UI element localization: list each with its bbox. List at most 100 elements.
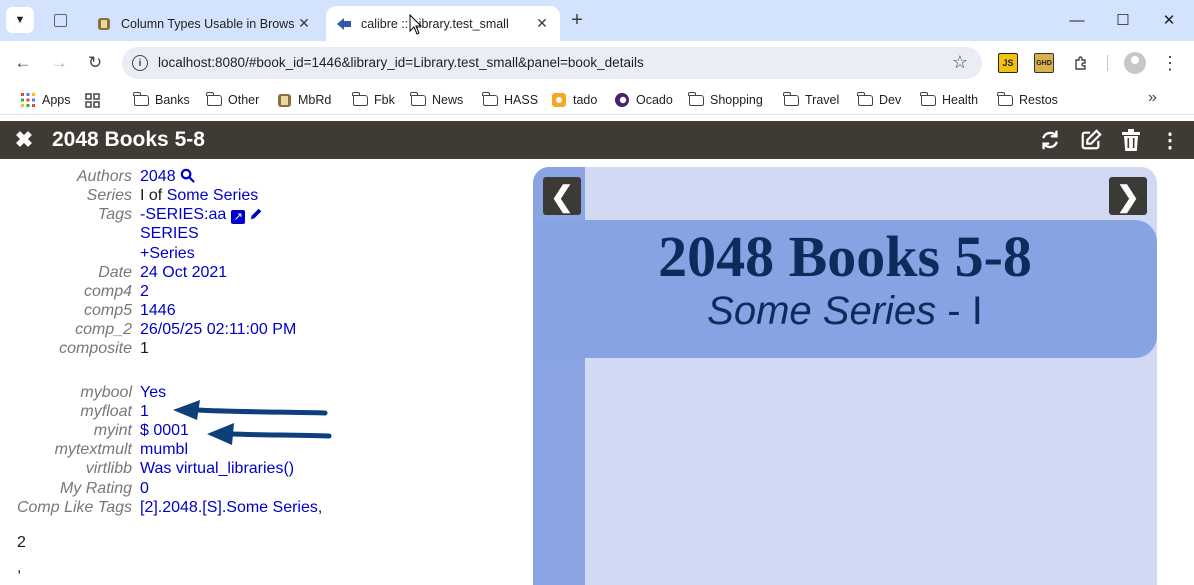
more-actions-icon[interactable]: ⋮ (1157, 128, 1183, 152)
field-label: mytextmult (54, 441, 132, 458)
bookmark-travel[interactable]: Travel (783, 91, 839, 109)
bookmark-shopping[interactable]: Shopping (688, 91, 763, 109)
bookmark-apps[interactable]: Apps (20, 91, 71, 109)
extensions-puzzle-icon[interactable] (1071, 53, 1091, 73)
tab-group-icon[interactable] (48, 9, 72, 31)
bookmark-health[interactable]: Health (920, 91, 978, 109)
js-extension-icon[interactable]: JS (998, 53, 1018, 73)
ghd-extension-icon[interactable]: GHD (1034, 53, 1054, 73)
site-info-icon[interactable]: i (132, 55, 148, 71)
book-cover[interactable]: 2048 Books 5-8 Some Series - I ❮ ❯ (533, 167, 1157, 585)
window-close-icon[interactable]: ✕ (1146, 6, 1192, 34)
book-details-panel: Authors 2048 Series I of Some Series Tag… (0, 159, 530, 585)
pencil-icon[interactable] (249, 207, 263, 226)
external-link-icon[interactable]: ↗ (231, 210, 246, 224)
address-bar[interactable]: i localhost:8080/#book_id=1446&library_i… (122, 47, 982, 79)
field-tags: Tags -SERIES:aa ↗ (0, 206, 530, 226)
profile-avatar-icon[interactable] (1124, 52, 1146, 74)
bookmark-star-icon[interactable]: ☆ (952, 52, 968, 73)
field-value[interactable]: mumbl (140, 441, 188, 459)
tag-link[interactable]: -SERIES:aa (140, 206, 226, 223)
field-label: comp4 (83, 283, 132, 300)
field-date: Date 24 Oct 2021 (0, 264, 530, 284)
bookmark-label: Travel (805, 93, 840, 107)
bookmark-label: Apps (42, 93, 71, 107)
field-comp-2: comp_2 26/05/25 02:11:00 PM (0, 321, 530, 341)
field-value[interactable]: 0 (140, 480, 149, 498)
series-link[interactable]: Some Series (167, 187, 259, 204)
url-text[interactable]: localhost:8080/#book_id=1446&library_id=… (158, 55, 644, 70)
field-virtlibb: virtlibb Was virtual_libraries() (0, 460, 530, 480)
field-label: composite (59, 340, 132, 357)
bookmark-news[interactable]: News (410, 91, 463, 109)
field-tags-cont: +Series (0, 245, 530, 265)
reload-icon[interactable]: ↻ (81, 49, 109, 77)
field-label: Comp Like Tags (16, 499, 132, 516)
tab-column-types[interactable]: Column Types Usable in Browse ✕ (86, 6, 322, 41)
field-value: 2048 (140, 168, 195, 188)
field-value[interactable]: Was virtual_libraries() (140, 460, 294, 478)
refresh-icon[interactable] (1037, 128, 1063, 152)
forward-icon[interactable]: → (45, 49, 73, 77)
field-authors: Authors 2048 (0, 168, 530, 188)
folder-icon (997, 91, 1013, 107)
field-value[interactable]: 1 (140, 403, 149, 421)
edit-metadata-icon[interactable] (1078, 128, 1104, 152)
back-icon[interactable]: ← (9, 49, 37, 77)
field-label: comp_2 (75, 321, 132, 338)
apps-grid-icon (20, 93, 36, 107)
field-label: My Rating (59, 480, 132, 497)
new-tab-button[interactable]: + (566, 9, 588, 31)
maximize-icon[interactable]: ☐ (1100, 6, 1146, 34)
previous-book-button[interactable]: ❮ (543, 177, 581, 215)
field-value[interactable]: 2 (140, 283, 149, 301)
mbrd-favicon-icon (276, 93, 292, 107)
calibre-header: ✖ 2048 Books 5-8 ⋮ (0, 121, 1194, 159)
bookmark-other[interactable]: Other (206, 91, 259, 109)
bookmark-hass[interactable]: HASS (482, 91, 538, 109)
close-book-details-icon[interactable]: ✖ (12, 127, 36, 152)
bookmark-label: HASS (504, 93, 539, 107)
tab-close-icon[interactable]: ✕ (532, 14, 552, 34)
field-label: Date (98, 264, 132, 281)
folder-icon (206, 91, 222, 107)
bookmark-fbk[interactable]: Fbk (352, 91, 395, 109)
bookmark-label: MbRd (298, 93, 332, 107)
field-label: myint (93, 422, 132, 439)
search-icon[interactable] (180, 168, 195, 188)
bookmarks-overflow-icon[interactable]: » (1148, 89, 1157, 107)
bookmark-dev[interactable]: Dev (857, 91, 901, 109)
tag-link[interactable]: SERIES (140, 225, 199, 243)
field-value[interactable]: 1446 (140, 302, 176, 320)
bookmark-restos[interactable]: Restos (997, 91, 1058, 109)
comp-like-tag-link[interactable]: [2].2048.[S].Some Series (140, 499, 318, 516)
tag-link[interactable]: +Series (140, 245, 195, 263)
bookmark-label: Restos (1019, 93, 1058, 107)
field-value[interactable]: 24 Oct 2021 (140, 264, 227, 282)
bookmark-tado[interactable]: tado (551, 91, 597, 109)
browser-menu-icon[interactable]: ⋮ (1160, 50, 1180, 76)
field-label: myfloat (80, 403, 132, 420)
field-value: 1 (140, 340, 149, 357)
mouse-cursor-icon (409, 14, 423, 35)
bookmark-banks[interactable]: Banks (133, 91, 190, 109)
minimize-icon[interactable]: — (1054, 6, 1100, 34)
author-link[interactable]: 2048 (140, 168, 176, 185)
tab-close-icon[interactable]: ✕ (294, 14, 314, 34)
field-tags-cont: SERIES (0, 225, 530, 245)
bookmark-label: tado (573, 93, 598, 107)
bookmark-mbrd[interactable]: MbRd (276, 91, 331, 109)
annotation-arrow-icon (207, 423, 332, 445)
cover-title: 2048 Books 5-8 (658, 224, 1032, 289)
bookmark-ocado[interactable]: Ocado (614, 91, 673, 109)
delete-book-icon[interactable] (1118, 128, 1144, 152)
folder-icon (857, 91, 873, 107)
tab-calibre-library[interactable]: calibre :: Library.test_small ✕ (326, 6, 560, 41)
tab-search-button[interactable]: ▼ (6, 7, 34, 33)
field-value[interactable]: 26/05/25 02:11:00 PM (140, 321, 296, 339)
bookmark-grid-shortcut[interactable] (84, 91, 106, 109)
tab-strip: ▼ Column Types Usable in Browse ✕ calibr… (0, 0, 1194, 41)
bookmark-label: Banks (155, 93, 190, 107)
next-book-button[interactable]: ❯ (1109, 177, 1147, 215)
field-value[interactable]: Yes (140, 384, 166, 402)
